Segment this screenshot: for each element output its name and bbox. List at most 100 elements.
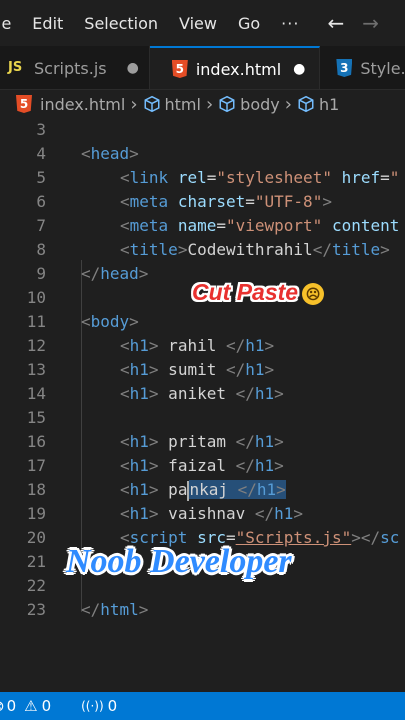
- code-token: >: [148, 360, 159, 379]
- chevron-right-icon: ›: [205, 93, 214, 115]
- chevron-right-icon: ›: [130, 93, 138, 115]
- code-token: meta: [129, 216, 169, 235]
- code-token: >: [148, 456, 159, 475]
- unsaved-dot-icon[interactable]: ●: [293, 61, 305, 77]
- code-token: Codewithrahil: [187, 240, 313, 259]
- error-icon: ⊗: [0, 697, 5, 715]
- code-text: <body>: [81, 310, 139, 334]
- status-bar: ⊗ 0 ⚠ 0 ((·)) 0: [0, 692, 405, 720]
- code-token: vaishnav: [158, 504, 255, 523]
- breadcrumb: 5 index.html › html › body › h1: [0, 90, 405, 118]
- code-line[interactable]: 18 <h1> pa nkaj </h1>: [0, 478, 405, 502]
- code-token: h1: [254, 456, 275, 475]
- code-line[interactable]: 11 <body>: [0, 310, 405, 334]
- code-editor[interactable]: 3 4 <head> 5 <link rel="stylesheet" href=" 6 <…: [0, 118, 405, 692]
- line-number: 13: [26, 360, 46, 379]
- menu-bar: le Edit Selection View Go ··· ← →: [0, 0, 405, 46]
- menu-go[interactable]: Go: [238, 14, 260, 33]
- code-line[interactable]: 12 <h1> rahil </h1>: [0, 334, 405, 358]
- line-number: 4: [36, 144, 46, 163]
- code-line[interactable]: 5 <link rel="stylesheet" href=": [0, 166, 405, 190]
- code-token: </: [254, 504, 275, 523]
- problems-indicator[interactable]: ⊗ 0 ⚠ 0: [0, 697, 51, 715]
- code-line[interactable]: 15: [0, 406, 405, 430]
- code-line[interactable]: 3: [0, 118, 405, 142]
- menu-selection[interactable]: Selection: [84, 14, 158, 33]
- code-token: ": [389, 168, 400, 187]
- more-menu-icon[interactable]: ···: [281, 14, 299, 33]
- line-number: 21: [26, 552, 46, 571]
- code-token: >: [293, 504, 304, 523]
- code-token: <: [120, 192, 130, 211]
- code-token: body: [90, 312, 130, 331]
- code-token: content: [331, 216, 400, 235]
- code-line[interactable]: 17 <h1> faizal </h1>: [0, 454, 405, 478]
- menu-edit[interactable]: Edit: [32, 14, 63, 33]
- code-line[interactable]: 23 </html>: [0, 598, 405, 622]
- code-text: <meta name="viewport" content: [120, 214, 399, 238]
- code-line[interactable]: 7 <meta name="viewport" content: [0, 214, 405, 238]
- code-token: >: [129, 144, 139, 163]
- code-token: pa: [158, 480, 188, 499]
- code-token: link: [129, 168, 169, 187]
- code-text: <title>Codewithrahil</title>: [120, 238, 390, 262]
- code-line[interactable]: 14 <h1> aniket </h1>: [0, 382, 405, 406]
- code-line[interactable]: 13 <h1> sumit </h1>: [0, 358, 405, 382]
- code-token: </: [81, 264, 101, 283]
- code-token: h1: [129, 480, 149, 499]
- code-text: <h1> pa nkaj </h1>: [120, 478, 286, 502]
- tab-scripts-js[interactable]: JS Scripts.js ●: [0, 46, 150, 89]
- breadcrumb-body[interactable]: body: [240, 95, 280, 114]
- code-token: pritam: [158, 432, 236, 451]
- code-line[interactable]: 6 <meta charset="UTF-8">: [0, 190, 405, 214]
- code-token: title: [331, 240, 381, 259]
- line-number: 8: [36, 240, 46, 259]
- unsaved-dot-icon[interactable]: ●: [127, 60, 139, 76]
- code-token: <: [81, 312, 91, 331]
- back-arrow-icon[interactable]: ←: [327, 11, 344, 35]
- breadcrumb-file[interactable]: index.html: [40, 95, 125, 114]
- code-token: h1: [274, 504, 294, 523]
- breadcrumb-h1[interactable]: h1: [319, 95, 339, 114]
- symbol-element-icon: [144, 95, 159, 113]
- line-number: 20: [26, 528, 46, 547]
- line-number: 6: [36, 192, 46, 211]
- editor-tabs: JS Scripts.js ● 5 index.html ● 3 Style.c…: [0, 46, 405, 90]
- tab-index-html[interactable]: 5 index.html ●: [149, 46, 321, 89]
- code-token: h1: [129, 456, 149, 475]
- forward-arrow-icon[interactable]: →: [362, 11, 379, 35]
- code-line[interactable]: 4 <head>: [0, 142, 405, 166]
- menu-file[interactable]: le: [0, 14, 11, 33]
- line-number: 16: [26, 432, 46, 451]
- line-number: 3: [36, 120, 46, 139]
- code-token: <: [120, 504, 130, 523]
- code-token: </: [225, 336, 246, 355]
- symbol-element-icon: [298, 95, 314, 113]
- menu-view[interactable]: View: [179, 14, 217, 33]
- code-token: </: [235, 456, 255, 475]
- code-token: >: [274, 456, 284, 475]
- code-text: </head>: [81, 262, 148, 286]
- code-line[interactable]: 8 <title>Codewithrahil</title>: [0, 238, 405, 262]
- tab-style-css[interactable]: 3 Style.css: [320, 46, 405, 89]
- code-token: aniket: [158, 384, 236, 403]
- line-number: 11: [26, 312, 46, 331]
- code-text: <h1> rahil </h1>: [120, 334, 274, 358]
- code-token: faizal: [158, 456, 236, 475]
- breadcrumb-html[interactable]: html: [165, 95, 201, 114]
- code-token: <: [120, 216, 130, 235]
- code-token: >: [276, 480, 286, 499]
- code-token: <: [120, 456, 130, 475]
- code-token: =: [245, 192, 255, 211]
- code-token: html: [100, 600, 139, 619]
- code-line[interactable]: 19 <h1> vaishnav </h1>: [0, 502, 405, 526]
- line-number: 5: [36, 168, 46, 187]
- code-token: >: [129, 312, 139, 331]
- code-token: >: [380, 240, 390, 259]
- code-token: =: [380, 168, 390, 187]
- code-line[interactable]: 16 <h1> pritam </h1>: [0, 430, 405, 454]
- code-token: <: [120, 168, 130, 187]
- ports-indicator[interactable]: ((·)) 0: [81, 697, 117, 715]
